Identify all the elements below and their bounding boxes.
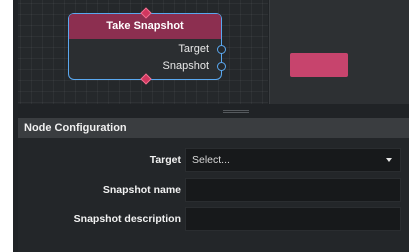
target-label: Target (149, 154, 181, 166)
flow-out-diamond-icon[interactable] (140, 73, 152, 85)
target-row: Target Select... (18, 148, 409, 172)
snapshot-name-input[interactable] (185, 178, 401, 202)
port-snapshot-connector[interactable] (217, 62, 226, 71)
preview-pane (269, 0, 409, 104)
target-select-value: Select... (192, 154, 230, 166)
snapshot-name-row: Snapshot name (18, 178, 409, 202)
port-label-snapshot: Snapshot (162, 60, 209, 72)
port-label-target: Target (178, 43, 209, 55)
editor-area: Take Snapshot Target Snapshot (13, 0, 409, 110)
splitter-grip-icon[interactable] (223, 110, 249, 113)
snapshot-name-label: Snapshot name (102, 184, 181, 196)
node-canvas[interactable]: Take Snapshot Target Snapshot (18, 0, 268, 104)
node-configuration-panel: Node Configuration Target Select... Snap… (18, 118, 409, 252)
panel-title: Node Configuration (18, 118, 409, 138)
port-target-connector[interactable] (217, 45, 226, 54)
take-snapshot-node[interactable]: Take Snapshot Target Snapshot (68, 7, 226, 85)
snapshot-description-input[interactable] (185, 207, 401, 231)
snapshot-description-label: Snapshot description (73, 213, 181, 225)
chevron-down-icon[interactable] (386, 158, 392, 162)
target-select[interactable]: Select... (185, 148, 401, 172)
snapshot-description-row: Snapshot description (18, 207, 409, 231)
panel-splitter[interactable] (18, 104, 409, 118)
app-window: Take Snapshot Target Snapshot Node Confi… (13, 0, 409, 252)
preview-shape (290, 53, 348, 77)
